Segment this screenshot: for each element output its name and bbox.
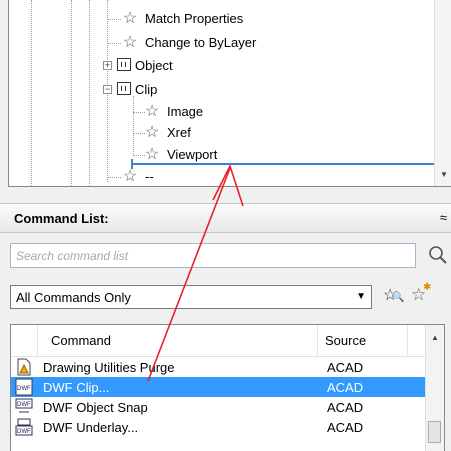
annotation-arrow — [147, 163, 244, 382]
